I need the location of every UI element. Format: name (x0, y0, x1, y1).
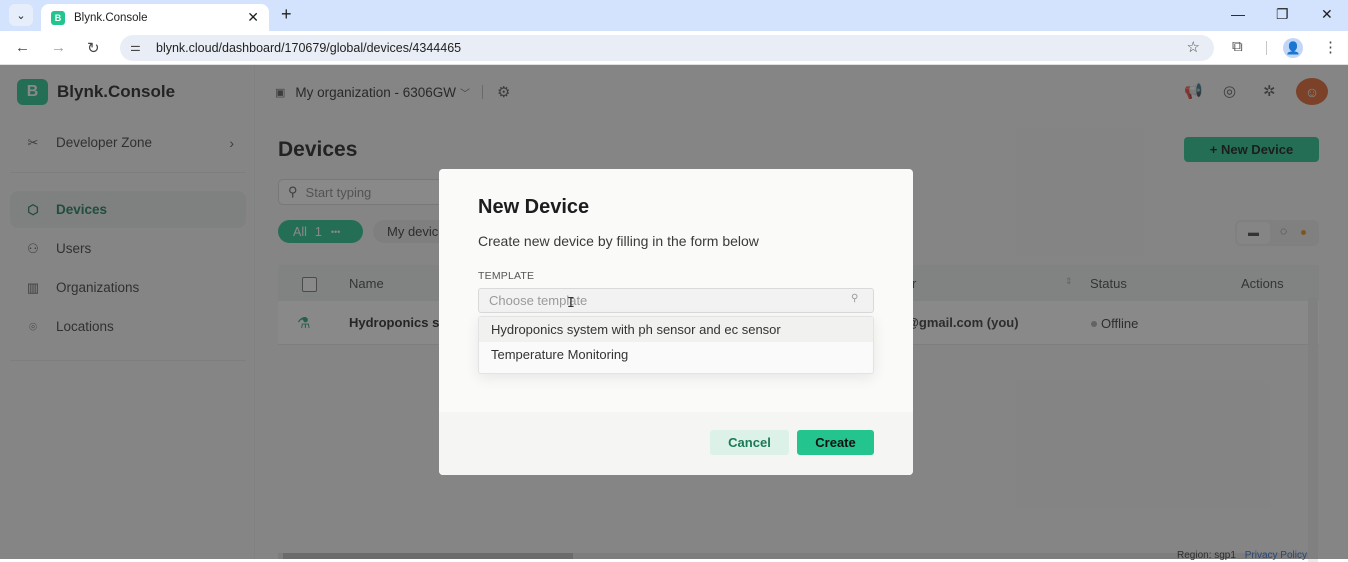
modal-footer: Cancel Create (439, 412, 913, 475)
url-text: blynk.cloud/dashboard/170679/global/devi… (156, 41, 462, 55)
reload-icon[interactable]: ↻ (87, 39, 100, 57)
tab-title: Blynk.Console (74, 11, 148, 24)
extensions-icon[interactable]: ⧉ (1232, 38, 1243, 55)
person-icon: 👤 (1285, 41, 1301, 55)
template-input[interactable] (478, 288, 874, 313)
site-info-icon[interactable]: ⚌ (130, 40, 141, 54)
browser-tab-bar: ⌄ B Blynk.Console ✕ + — ❐ ✕ (0, 0, 1348, 31)
template-option[interactable]: Temperature Monitoring (479, 342, 873, 367)
new-device-modal: New Device Create new device by filling … (439, 169, 913, 475)
url-field[interactable]: ⚌ blynk.cloud/dashboard/170679/global/de… (120, 35, 1214, 61)
blynk-favicon-icon: B (51, 10, 65, 25)
profile-icon[interactable]: 👤 (1283, 38, 1303, 58)
create-button[interactable]: Create (797, 430, 874, 455)
search-icon: ⚲ (851, 293, 859, 304)
browser-tab[interactable]: B Blynk.Console ✕ (41, 4, 269, 31)
window-close-icon[interactable]: ✕ (1321, 6, 1333, 23)
cancel-button[interactable]: Cancel (710, 430, 789, 455)
new-tab-icon[interactable]: + (281, 4, 292, 25)
browser-menu-icon[interactable]: ⋮ (1323, 38, 1338, 56)
tab-close-icon[interactable]: ✕ (247, 9, 259, 26)
template-dropdown: Hydroponics system with ph sensor and ec… (478, 316, 874, 374)
tab-list-button[interactable]: ⌄ (9, 4, 33, 26)
address-bar: ← → ↻ ⚌ blynk.cloud/dashboard/170679/glo… (0, 31, 1348, 65)
back-icon[interactable]: ← (15, 39, 30, 56)
bookmark-star-icon[interactable]: ☆ (1187, 38, 1200, 56)
toolbar-divider (1266, 41, 1267, 55)
template-label: TEMPLATE (478, 270, 535, 282)
minimize-icon[interactable]: — (1231, 6, 1245, 22)
template-option[interactable]: Hydroponics system with ph sensor and ec… (479, 317, 873, 342)
restore-icon[interactable]: ❐ (1276, 6, 1289, 23)
modal-title: New Device (478, 196, 590, 218)
text-cursor-icon: I (567, 296, 575, 311)
forward-icon[interactable]: → (51, 39, 66, 56)
chevron-down-icon: ⌄ (16, 9, 26, 22)
modal-subtitle: Create new device by filling in the form… (478, 233, 759, 249)
